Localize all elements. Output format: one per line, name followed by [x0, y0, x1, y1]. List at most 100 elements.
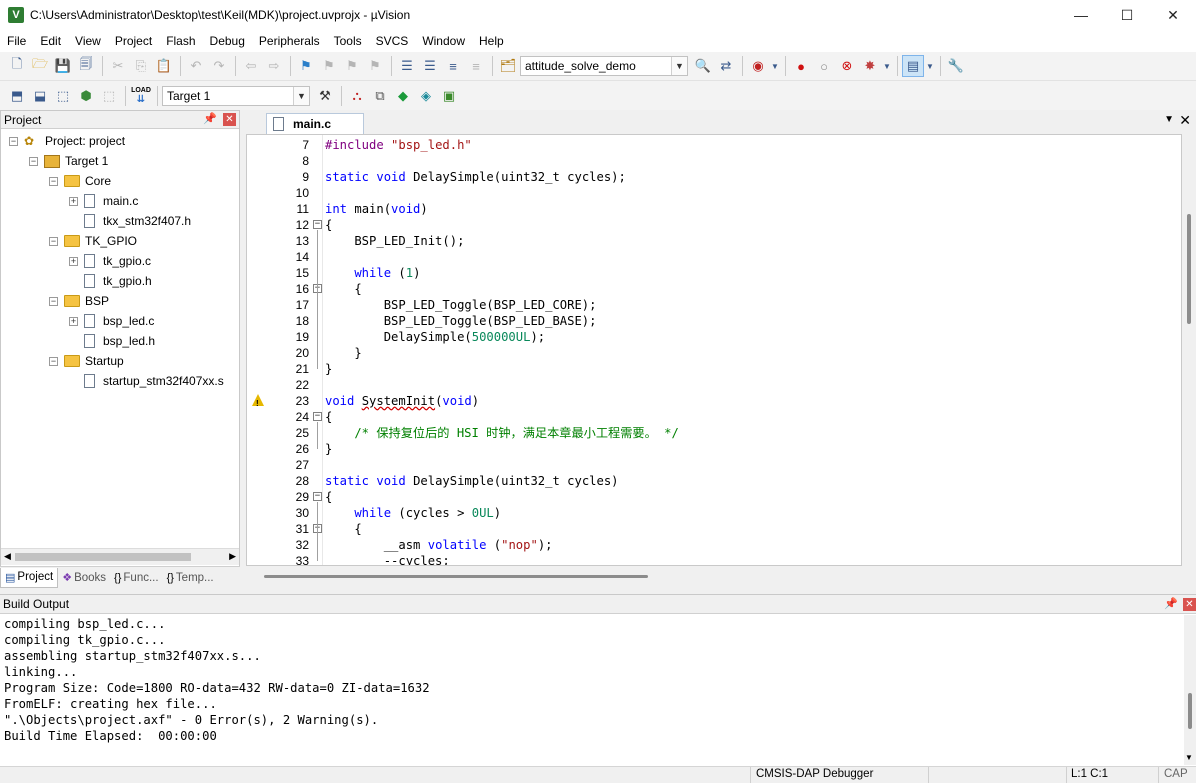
fold-toggle-icon[interactable]: − — [313, 220, 322, 229]
scroll-thumb[interactable] — [264, 575, 648, 578]
dropdown-arrow-icon-2[interactable]: ▼ — [882, 55, 892, 77]
tree-root[interactable]: − ✿ Project: project — [9, 131, 125, 151]
code-line[interactable]: 20 } — [247, 345, 1181, 361]
manage-rte-icon[interactable]: ◆ — [392, 85, 414, 107]
manage-multi-project-icon[interactable]: ⧉ — [369, 85, 391, 107]
menu-tools[interactable]: Tools — [327, 30, 369, 52]
pack-installer-icon[interactable]: ▣ — [438, 85, 460, 107]
save-icon[interactable]: 💾 — [52, 55, 74, 77]
code-line[interactable]: 12−{ — [247, 217, 1181, 233]
expand-icon[interactable]: + — [69, 316, 78, 326]
project-tree-hscrollbar[interactable]: ◀ ▶ — [1, 548, 239, 565]
tree-file-bsp-led-h[interactable]: bsp_led.h — [84, 331, 155, 351]
target-options-icon[interactable]: ⚒ — [314, 85, 336, 107]
select-software-packs-icon[interactable]: ◈ — [415, 85, 437, 107]
batch-build-icon[interactable]: ⬢ — [75, 85, 97, 107]
navigate-forward-icon[interactable]: ⇨ — [263, 55, 285, 77]
code-line[interactable]: 22 — [247, 377, 1181, 393]
menu-debug[interactable]: Debug — [203, 30, 252, 52]
code-line[interactable]: 26} — [247, 441, 1181, 457]
chevron-down-icon[interactable]: ▼ — [671, 57, 687, 75]
scroll-down-icon[interactable]: ▼ — [1185, 753, 1193, 762]
close-panel-icon[interactable]: ✕ — [223, 113, 236, 126]
navigate-back-icon[interactable]: ⇦ — [240, 55, 262, 77]
code-line[interactable]: 10 — [247, 185, 1181, 201]
menu-help[interactable]: Help — [472, 30, 511, 52]
tree-group-bsp[interactable]: − BSP — [49, 291, 109, 311]
scroll-thumb[interactable] — [1188, 693, 1192, 729]
debug-session-icon[interactable]: ◉ — [747, 55, 769, 77]
tree-file-bsp-led-c[interactable]: + bsp_led.c — [69, 311, 154, 331]
code-line[interactable]: 11 int main(void) — [247, 201, 1181, 217]
prev-bookmark-icon[interactable]: ⚑ — [318, 55, 340, 77]
incremental-find-icon[interactable]: ⇄ — [715, 55, 737, 77]
menu-view[interactable]: View — [68, 30, 108, 52]
scroll-thumb[interactable] — [15, 553, 191, 561]
rebuild-icon[interactable]: ⬚ — [52, 85, 74, 107]
editor-hscrollbar[interactable] — [246, 566, 1196, 588]
fold-toggle-icon[interactable]: − — [313, 412, 322, 421]
tab-main-c[interactable]: main.c — [266, 113, 364, 134]
configure-icon[interactable]: 🔧 — [945, 55, 967, 77]
unindent-icon[interactable]: ☰ — [419, 55, 441, 77]
code-line[interactable]: 7 #include "bsp_led.h" — [247, 137, 1181, 153]
find-icon[interactable]: 🔍 — [692, 55, 714, 77]
menu-edit[interactable]: Edit — [33, 30, 68, 52]
collapse-icon[interactable]: − — [9, 136, 18, 146]
expand-icon[interactable]: + — [69, 256, 78, 266]
code-line[interactable]: 25 /* 保持复位后的 HSI 时钟，满足本章最小工程需要。 */ — [247, 425, 1181, 441]
pin-icon[interactable]: 📌 — [1164, 597, 1178, 610]
tree-group-startup[interactable]: − Startup — [49, 351, 124, 371]
code-line[interactable]: 8 — [247, 153, 1181, 169]
clear-bookmarks-icon[interactable]: ⚑ — [364, 55, 386, 77]
tab-list-chevron-icon[interactable]: ▼ — [1164, 114, 1174, 125]
code-line[interactable]: 13 BSP_LED_Init(); — [247, 233, 1181, 249]
undo-icon[interactable]: ↶ — [185, 55, 207, 77]
manage-project-items-icon[interactable]: ⛬ — [346, 85, 368, 107]
code-line[interactable]: 30 while (cycles > 0UL) — [247, 505, 1181, 521]
build-icon[interactable]: ⬓ — [29, 85, 51, 107]
code-line[interactable]: 9 static void DelaySimple(uint32_t cycles… — [247, 169, 1181, 185]
tree-group-core[interactable]: − Core — [49, 171, 111, 191]
redo-icon[interactable]: ↷ — [208, 55, 230, 77]
tree-file-tk-gpio-h[interactable]: tk_gpio.h — [84, 271, 152, 291]
close-tab-icon[interactable]: ✕ — [1179, 112, 1191, 129]
code-line[interactable]: 16− { — [247, 281, 1181, 297]
code-line[interactable]: 17 BSP_LED_Toggle(BSP_LED_CORE); — [247, 297, 1181, 313]
fold-toggle-icon[interactable]: − — [313, 492, 322, 501]
paste-icon[interactable]: 📋 — [153, 55, 175, 77]
scroll-thumb[interactable] — [1187, 214, 1191, 324]
chevron-down-icon-target[interactable]: ▼ — [293, 86, 309, 105]
code-line[interactable]: 27 — [247, 457, 1181, 473]
collapse-icon[interactable]: − — [49, 356, 58, 366]
code-line[interactable]: 23 void SystemInit(void) — [247, 393, 1181, 412]
project-find-combo[interactable]: attitude_solve_demo ▼ — [520, 56, 688, 76]
menu-project[interactable]: Project — [108, 30, 159, 52]
kill-breakpoints-icon[interactable]: ✸ — [859, 55, 881, 77]
menu-peripherals[interactable]: Peripherals — [252, 30, 327, 52]
scroll-right-icon[interactable]: ▶ — [229, 551, 236, 562]
code-line[interactable]: 32 __asm volatile ("nop"); — [247, 537, 1181, 553]
collapse-icon[interactable]: − — [49, 176, 58, 186]
comment-icon[interactable]: ≡ — [442, 55, 464, 77]
dropdown-arrow-icon-3[interactable]: ▼ — [925, 55, 935, 77]
code-editor[interactable]: 7 #include "bsp_led.h" 8 9 static void Delay… — [246, 134, 1182, 566]
tree-file-tk-gpio-c[interactable]: + tk_gpio.c — [69, 251, 151, 271]
window-layout-icon[interactable]: ▤ — [902, 55, 924, 77]
download-load-icon[interactable]: LOAD ⇊ — [130, 85, 152, 107]
tab-templates[interactable]: {} Temp... — [163, 568, 218, 588]
pin-icon[interactable]: 📌 — [203, 112, 217, 125]
code-line[interactable]: 15 while (1) — [247, 265, 1181, 281]
code-line[interactable]: 28 static void DelaySimple(uint32_t cycle… — [247, 473, 1181, 489]
tree-group-tk-gpio[interactable]: − TK_GPIO — [49, 231, 137, 251]
code-line[interactable]: 21} — [247, 361, 1181, 377]
new-file-icon[interactable]: 🗋 — [6, 55, 28, 77]
save-all-icon[interactable]: 🗐 — [75, 55, 97, 77]
tree-file-main-c[interactable]: + main.c — [69, 191, 138, 211]
menu-file[interactable]: File — [0, 30, 33, 52]
collapse-icon[interactable]: − — [29, 156, 38, 166]
close-panel-icon[interactable]: ✕ — [1183, 598, 1196, 611]
close-window-button[interactable]: ✕ — [1150, 0, 1196, 30]
menu-window[interactable]: Window — [415, 30, 472, 52]
code-line[interactable]: 31− { — [247, 521, 1181, 537]
